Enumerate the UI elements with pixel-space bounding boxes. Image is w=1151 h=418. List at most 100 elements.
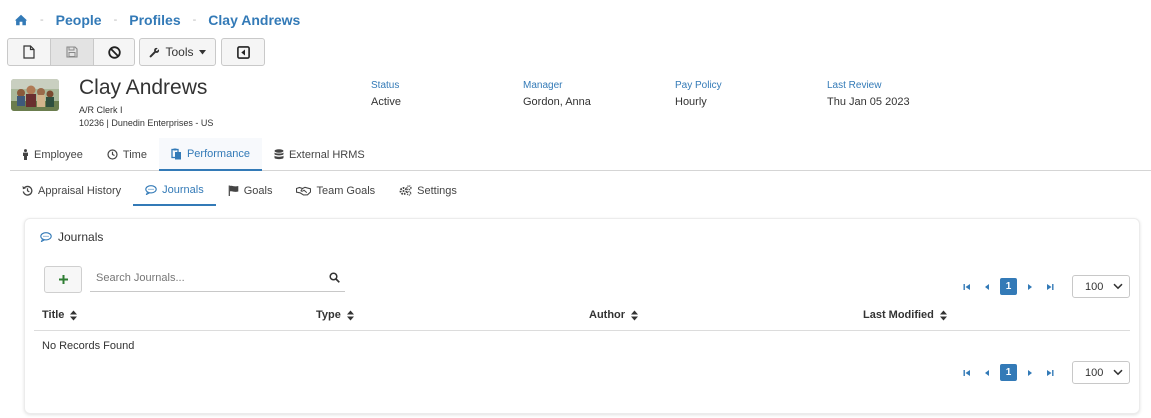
cancel-button[interactable] <box>94 38 135 66</box>
journals-panel: Journals 1 <box>24 218 1140 414</box>
manager-label: Manager <box>523 80 563 91</box>
chevron-down-icon <box>1113 369 1123 376</box>
home-icon[interactable] <box>14 13 28 27</box>
sort-icon <box>70 310 78 320</box>
pay-policy-value: Hourly <box>675 96 707 108</box>
column-last-modified[interactable]: Last Modified <box>863 309 947 321</box>
tab-goals[interactable]: Goals <box>216 175 285 206</box>
prev-page-button[interactable] <box>977 279 997 295</box>
avatar <box>11 79 59 111</box>
status-value: Active <box>371 96 401 108</box>
manager-field: Manager Gordon, Anna <box>523 80 591 108</box>
file-icon <box>23 45 35 59</box>
sort-icon <box>939 310 947 320</box>
tab-external-hrms[interactable]: External HRMS <box>262 138 377 171</box>
current-page[interactable]: 1 <box>1000 364 1017 381</box>
column-last-modified-label: Last Modified <box>863 309 934 321</box>
tab-appraisal-history-label: Appraisal History <box>38 184 122 197</box>
pay-policy-field: Pay Policy Hourly <box>675 80 722 108</box>
search-input[interactable] <box>90 266 320 290</box>
sort-icon <box>631 310 639 320</box>
tab-time[interactable]: Time <box>95 138 159 171</box>
last-page-button[interactable] <box>1040 279 1060 295</box>
tab-employee-label: Employee <box>34 148 83 161</box>
page-size-value: 100 <box>1085 366 1104 379</box>
database-icon <box>274 149 284 160</box>
cogs-icon <box>399 185 412 196</box>
last-page-button[interactable] <box>1040 365 1060 381</box>
person-job-title: A/R Clerk I <box>79 105 123 115</box>
person-name: Clay Andrews <box>79 76 208 99</box>
search-icon[interactable] <box>329 272 340 283</box>
pager-top: 1 100 <box>957 275 1130 298</box>
column-title-label: Title <box>42 309 65 321</box>
breadcrumb-separator: - <box>192 14 197 26</box>
column-type[interactable]: Type <box>316 309 354 321</box>
pay-policy-label: Pay Policy <box>675 80 722 91</box>
last-page-icon <box>1047 369 1054 376</box>
chevron-down-icon <box>1113 283 1123 290</box>
last-review-value: Thu Jan 05 2023 <box>827 96 910 108</box>
tab-external-hrms-label: External HRMS <box>288 148 365 161</box>
tab-team-goals-label: Team Goals <box>316 184 376 197</box>
panel-title: Journals <box>40 230 103 244</box>
tab-employee[interactable]: Employee <box>10 138 95 171</box>
tab-goals-label: Goals <box>243 184 273 197</box>
page-size-select[interactable]: 100 <box>1072 275 1130 298</box>
collapse-panel-button[interactable] <box>221 38 265 66</box>
last-page-icon <box>1047 283 1054 290</box>
tab-journals-label: Journals <box>162 183 204 196</box>
add-journal-button[interactable] <box>44 266 82 293</box>
next-page-button[interactable] <box>1020 365 1040 381</box>
breadcrumb-separator: - <box>40 14 44 26</box>
first-page-button[interactable] <box>957 279 977 295</box>
tab-performance-label: Performance <box>186 147 250 160</box>
tab-appraisal-history[interactable]: Appraisal History <box>10 175 133 206</box>
tab-team-goals[interactable]: Team Goals <box>284 175 387 206</box>
empty-message: No Records Found <box>42 340 135 352</box>
column-title[interactable]: Title <box>42 309 78 321</box>
first-page-icon <box>963 283 970 290</box>
caret-square-left-icon <box>236 45 250 59</box>
column-author[interactable]: Author <box>589 309 639 321</box>
current-page[interactable]: 1 <box>1000 278 1017 295</box>
manager-value: Gordon, Anna <box>523 96 591 108</box>
breadcrumb: - People - Profiles - Clay Andrews <box>14 10 300 30</box>
record-actions <box>7 38 135 66</box>
next-page-icon <box>1028 283 1032 290</box>
profile-photo <box>11 79 59 111</box>
prev-page-icon <box>985 369 989 376</box>
tab-settings-label: Settings <box>417 184 457 197</box>
clock-icon <box>107 149 118 160</box>
search-box <box>90 266 345 292</box>
column-author-label: Author <box>589 309 626 321</box>
sort-icon <box>346 310 354 320</box>
new-button[interactable] <box>7 38 51 66</box>
status-field: Status Active <box>371 80 401 108</box>
person-org: 10236 | Dunedin Enterprises - US <box>79 118 214 128</box>
breadcrumb-profiles[interactable]: Profiles <box>129 12 180 28</box>
tab-settings[interactable]: Settings <box>387 175 469 206</box>
comment-icon <box>40 232 52 242</box>
tab-performance[interactable]: Performance <box>158 138 262 171</box>
plus-icon <box>58 275 68 284</box>
prev-page-icon <box>985 283 989 290</box>
breadcrumb-current[interactable]: Clay Andrews <box>208 12 300 28</box>
save-button[interactable] <box>51 38 94 66</box>
page-size-value: 100 <box>1085 280 1104 293</box>
status-label: Status <box>371 80 400 91</box>
page-size-select[interactable]: 100 <box>1072 361 1130 384</box>
wrench-icon <box>150 47 160 57</box>
tools-dropdown[interactable]: Tools <box>139 38 216 66</box>
tab-journals[interactable]: Journals <box>133 175 216 206</box>
person-icon <box>23 149 28 160</box>
breadcrumb-people[interactable]: People <box>56 12 102 28</box>
first-page-button[interactable] <box>957 365 977 381</box>
tab-time-label: Time <box>122 148 147 161</box>
tools-label: Tools <box>165 45 194 59</box>
grid-header: Title Type Author Last Modified <box>34 301 1130 331</box>
next-page-button[interactable] <box>1020 279 1040 295</box>
sub-tabs: Appraisal History Journals Goals Team Go… <box>10 175 469 206</box>
prev-page-button[interactable] <box>977 365 997 381</box>
caret-down-icon <box>198 49 206 54</box>
